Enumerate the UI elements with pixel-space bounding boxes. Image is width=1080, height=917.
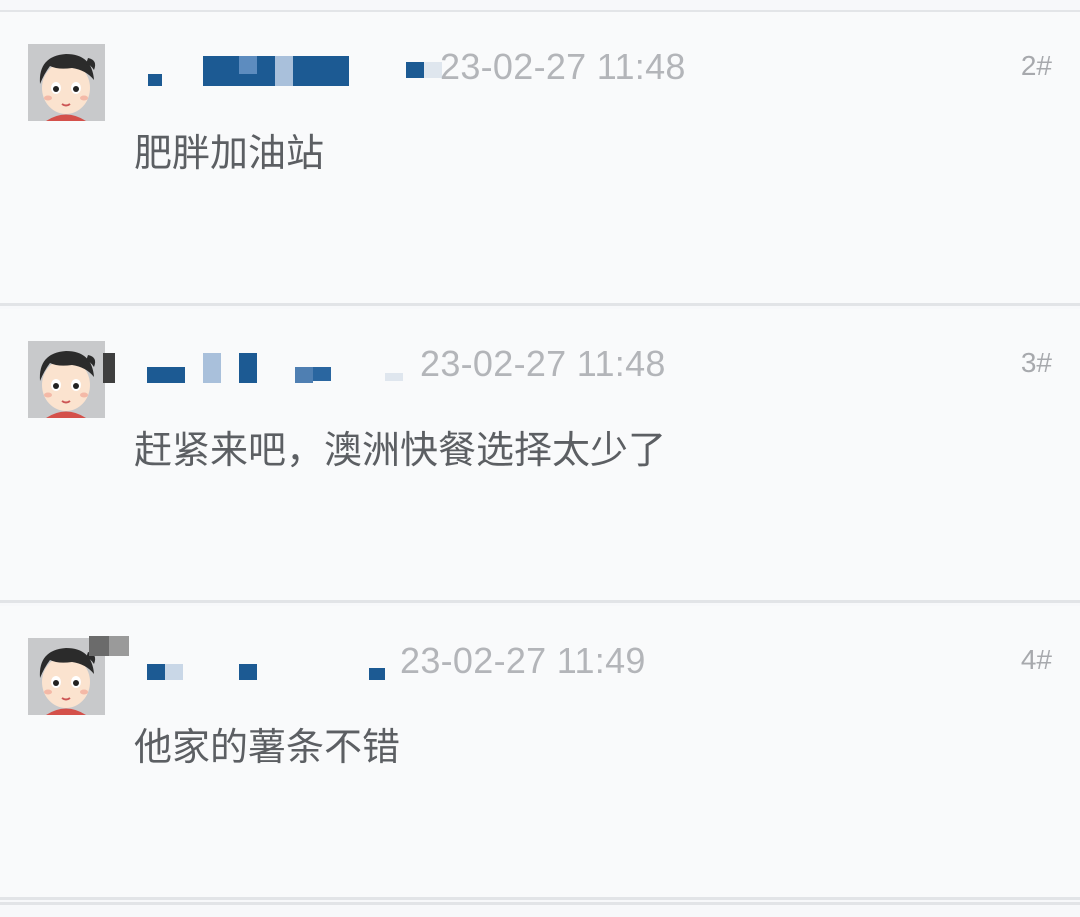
- comment-text: 赶紧来吧，澳洲快餐选择太少了: [134, 428, 667, 472]
- username-redacted[interactable]: [103, 349, 435, 389]
- username-redacted[interactable]: [135, 52, 442, 92]
- floor-number: 2#: [1020, 50, 1052, 81]
- cartoon-boy-avatar-icon[interactable]: [28, 341, 105, 418]
- cartoon-boy-avatar-icon[interactable]: [28, 44, 105, 121]
- post-date: 23-02-27 11:49: [400, 640, 646, 681]
- floor-number: 3#: [1020, 347, 1052, 378]
- comment-item[interactable]: 23-02-27 11:48 2# 肥胖加油站: [0, 12, 1080, 306]
- comment-text: 肥胖加油站: [134, 131, 325, 175]
- comment-text: 他家的薯条不错: [134, 725, 401, 769]
- bottom-divider: [0, 902, 1080, 905]
- post-date: 23-02-27 11:48: [440, 46, 686, 87]
- comment-item[interactable]: 23-02-27 11:48 3# 赶紧来吧，澳洲快餐选择太少了: [0, 309, 1080, 603]
- username-redacted[interactable]: [89, 636, 435, 686]
- floor-number: 4#: [1020, 644, 1052, 675]
- comment-item[interactable]: 23-02-27 11:49 4# 他家的薯条不错: [0, 606, 1080, 900]
- post-date: 23-02-27 11:48: [420, 343, 666, 384]
